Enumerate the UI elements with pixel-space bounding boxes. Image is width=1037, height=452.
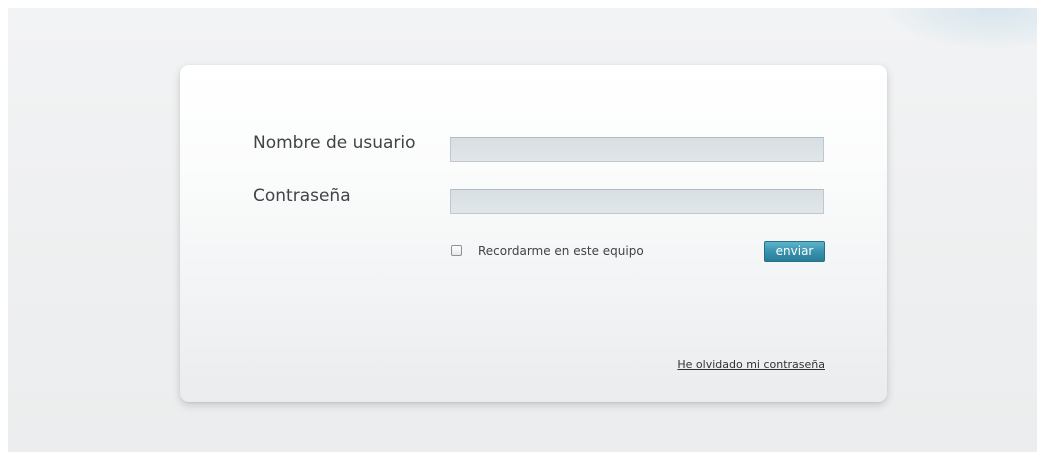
login-panel: Nombre de usuario Contraseña Recordarme … (180, 65, 887, 402)
username-label: Nombre de usuario (253, 133, 416, 153)
remember-me-checkbox[interactable] (451, 245, 462, 256)
page-background: Nombre de usuario Contraseña Recordarme … (8, 8, 1037, 452)
forgot-password-link[interactable]: He olvidado mi contraseña (666, 358, 825, 371)
submit-button[interactable]: enviar (764, 241, 825, 262)
password-input[interactable] (450, 189, 824, 214)
username-input[interactable] (450, 137, 824, 162)
remember-me-label[interactable]: Recordarme en este equipo (478, 244, 644, 258)
decorative-glow (888, 8, 1037, 48)
password-label: Contraseña (253, 186, 351, 206)
